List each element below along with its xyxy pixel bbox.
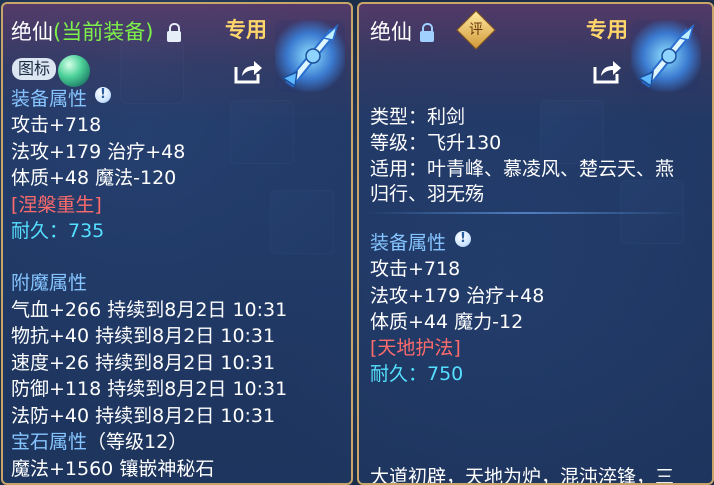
- stat-attack: 攻击+718: [11, 114, 102, 136]
- enchant-line: 防御+118 持续到8月2日 10:31: [11, 378, 288, 400]
- unlock-icon[interactable]: [167, 23, 181, 42]
- gem-line: 魔法+1560 镶嵌神秘石: [11, 458, 215, 480]
- equipped-status: (当前装备): [53, 20, 154, 44]
- weapon-icon[interactable]: [631, 20, 701, 92]
- enchant-line: 气血+266 持续到8月2日 10:31: [11, 299, 288, 321]
- item-type: 类型：利剑: [370, 106, 466, 128]
- info-icon[interactable]: !: [455, 231, 471, 247]
- item-name: 绝仙: [11, 20, 53, 44]
- stat-magic-attack-heal: 法攻+179 治疗+48: [370, 285, 545, 307]
- gem-level: （等级12）: [87, 431, 188, 453]
- info-icon[interactable]: !: [95, 87, 111, 103]
- exclusive-badge: 专用: [586, 18, 628, 42]
- stat-attack: 攻击+718: [370, 258, 461, 280]
- special-skill: [天地护法]: [370, 337, 461, 359]
- equipment-attr-header: 装备属性: [11, 88, 88, 110]
- equipment-attr-header: 装备属性: [370, 232, 447, 254]
- icon-toggle-button[interactable]: 图标: [12, 58, 56, 80]
- rating-badge-label: 评: [469, 22, 483, 38]
- enchant-line: 法防+40 持续到8月2日 10:31: [11, 405, 276, 427]
- stat-magic-attack-heal: 法攻+179 治疗+48: [11, 141, 186, 163]
- stat-physique-magic-power: 体质+44 魔力-12: [370, 311, 524, 333]
- sword-icon: [281, 23, 339, 88]
- gem-attr-header: 宝石属性: [11, 431, 88, 453]
- enchant-line: 速度+26 持续到8月2日 10:31: [11, 352, 276, 374]
- item-title: 绝仙(当前装备): [11, 16, 153, 46]
- item-name: 绝仙: [370, 20, 412, 44]
- enchant-line: 物抗+40 持续到8月2日 10:31: [11, 325, 276, 347]
- orb-icon[interactable]: [58, 55, 90, 87]
- equipped-item-tooltip: 绝仙(当前装备) 专用 图标 装备属性 ! 攻击+718 法攻+179 治疗+4…: [1, 2, 353, 485]
- suitable-characters-cont: 归行、羽无殇: [370, 183, 485, 205]
- durability: 耐久：735: [11, 220, 105, 242]
- exclusive-badge: 专用: [225, 18, 267, 42]
- share-icon[interactable]: [233, 59, 263, 85]
- sword-icon: [637, 23, 695, 88]
- weapon-icon[interactable]: [275, 20, 345, 92]
- special-skill: [涅槃重生]: [11, 194, 102, 216]
- item-description: 大道初辟，天地为炉，混沌淬锋，三: [370, 466, 675, 485]
- lock-icon[interactable]: [420, 23, 434, 42]
- divider: [367, 212, 687, 214]
- compare-item-tooltip: 绝仙 评 专用 类型：利剑 等级：飞升130 适用：叶青峰、慕凌风、楚云天、燕 …: [357, 2, 714, 485]
- durability: 耐久：750: [370, 363, 464, 385]
- item-level: 等级：飞升130: [370, 132, 502, 154]
- suitable-characters: 适用：叶青峰、慕凌风、楚云天、燕: [370, 158, 675, 180]
- enchant-attr-header: 附魔属性: [11, 272, 88, 294]
- stat-physique-mana: 体质+48 魔法-120: [11, 167, 177, 189]
- rating-badge[interactable]: 评: [456, 10, 496, 50]
- gem-attr-row: 宝石属性（等级12）: [11, 427, 187, 454]
- share-icon[interactable]: [592, 59, 622, 85]
